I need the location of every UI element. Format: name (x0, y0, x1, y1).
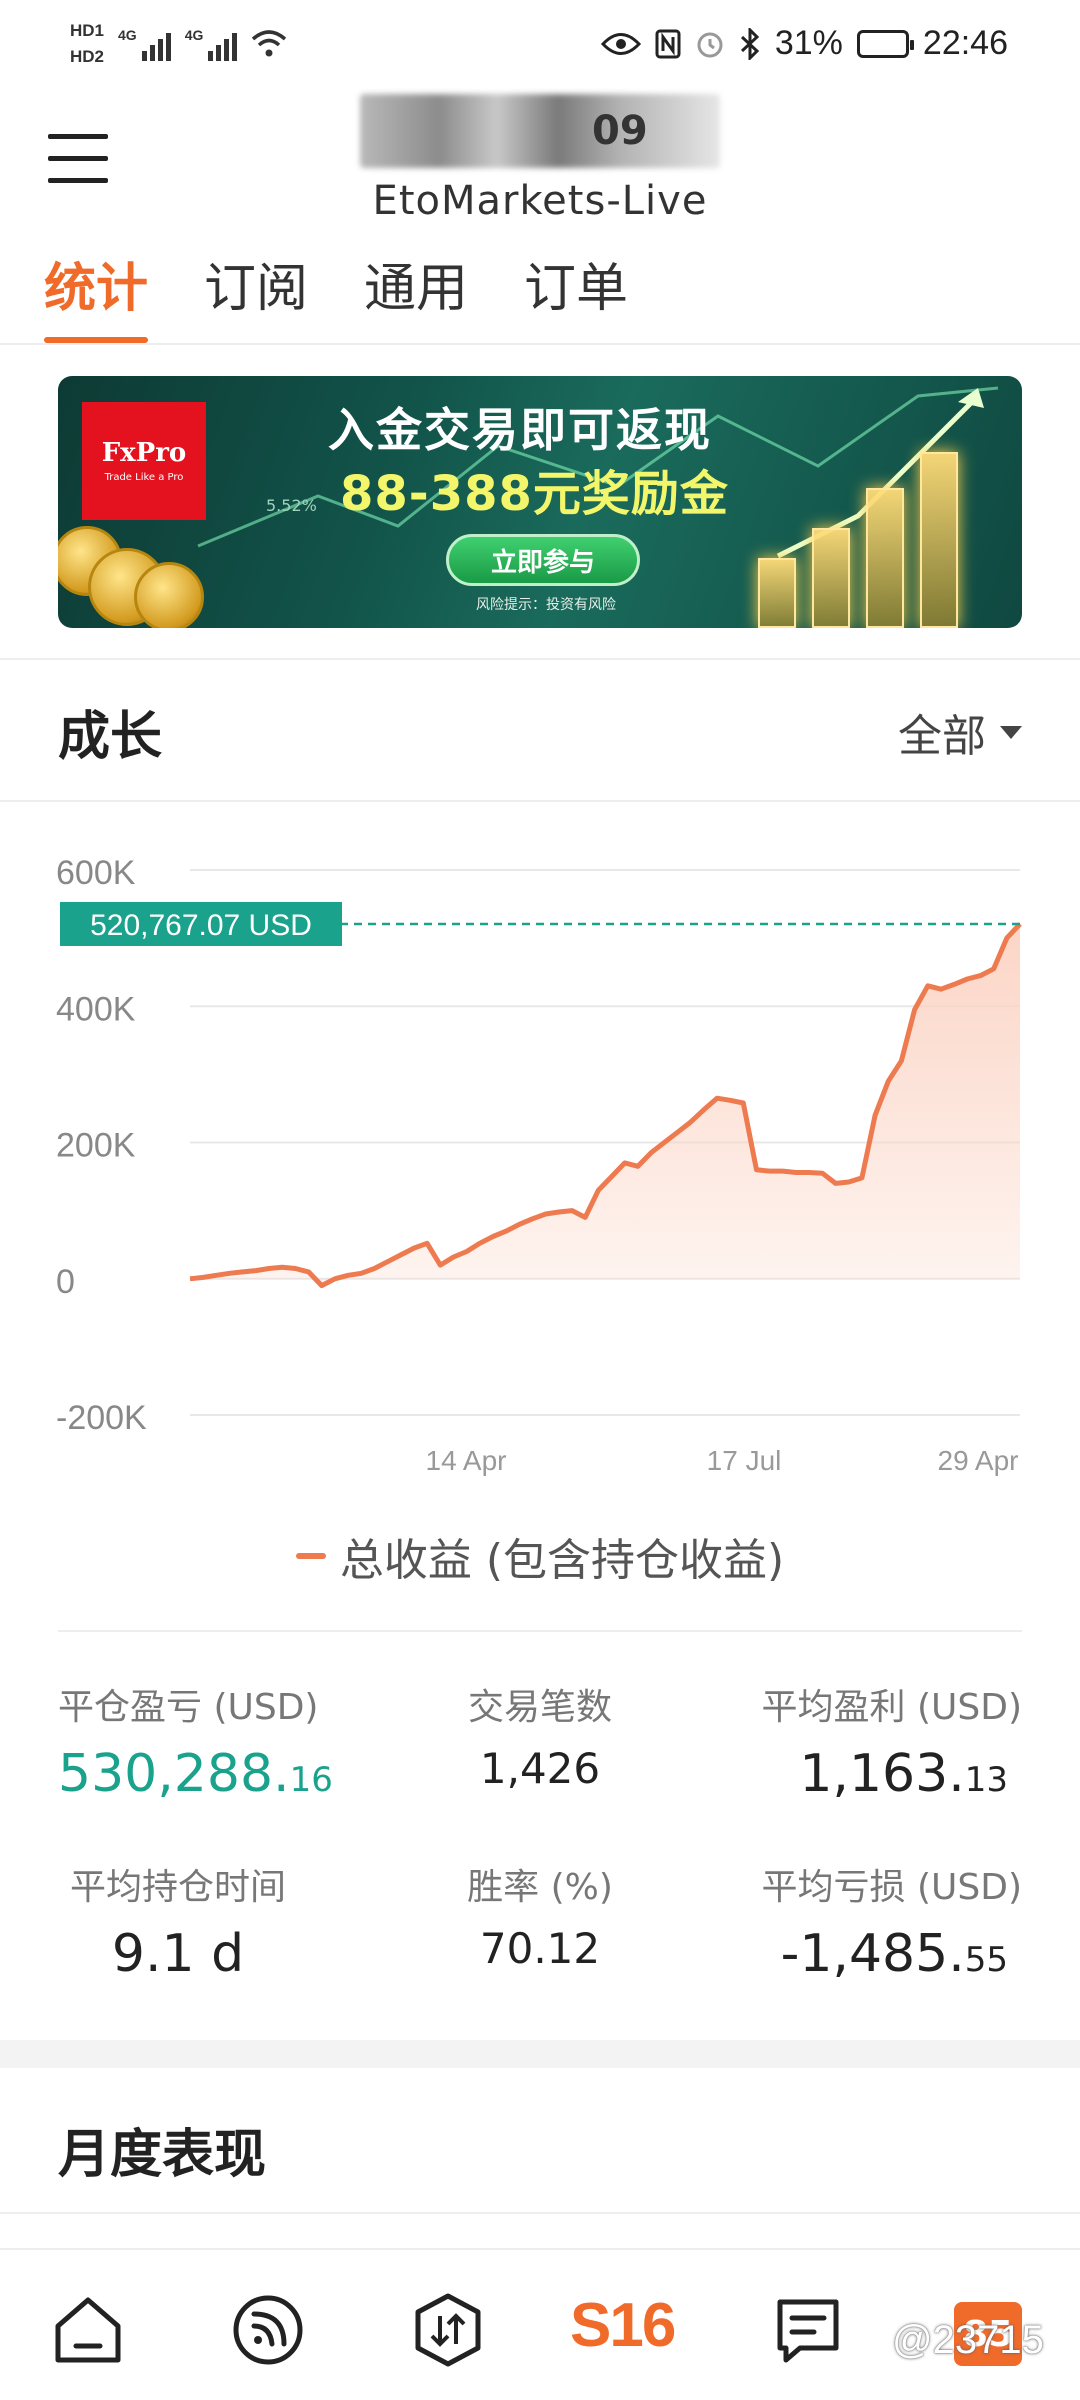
y-tick-label: 600K (56, 854, 136, 892)
stat-label: 交易笔数 (467, 1687, 612, 1728)
eye-icon (600, 32, 641, 55)
status-right: 31% 22:46 (600, 24, 1008, 63)
redacted-account-number (360, 94, 720, 168)
stat-avg-profit: 平均盈利 (USD) 1,163.13 (692, 1678, 1022, 1804)
chevron-down-icon (1000, 725, 1022, 739)
nfc-icon (655, 29, 681, 58)
stat-value-int: 1,163. (799, 1744, 965, 1804)
s16-logo[interactable]: S16 (570, 2290, 676, 2361)
home-icon[interactable] (48, 2290, 128, 2370)
divider (0, 2212, 1080, 2214)
brand-name: FxPro (101, 438, 187, 468)
growth-chart-svg: 600K 400K 200K 0 -200K 14 Apr 17 Jul 29 Apr 520,… (56, 854, 1022, 1476)
risk-note: 风险提示：投资有风险 (476, 597, 616, 613)
tab-statistics[interactable]: 统计 (44, 240, 149, 343)
hd1-label: HD1 (70, 21, 105, 40)
hd-indicator: HD1 HD2 (70, 18, 104, 70)
promo-banner[interactable]: FxPro Trade Like a Pro 5.52% 入金交易即可返现 88… (58, 376, 1022, 628)
tab-general[interactable]: 通用 (364, 240, 468, 343)
banner-subline: 88-388元奖励金 (340, 466, 729, 522)
stat-avg-loss: 平均亏损 (USD) -1,485.55 (692, 1858, 1022, 1984)
growth-title: 成长 (58, 707, 163, 767)
fxpro-logo: FxPro Trade Like a Pro (82, 402, 206, 520)
account-server: EtoMarkets-Live (372, 178, 708, 224)
status-left: HD1 HD2 4G 4G (70, 18, 287, 70)
stat-label: 平均亏损 (USD) (761, 1867, 1022, 1908)
status-bar: HD1 HD2 4G 4G 31% 22:46 (0, 0, 1080, 90)
stat-value: -1,485.55 (692, 1924, 1008, 1984)
divider (0, 658, 1080, 660)
tab-subscribe[interactable]: 订阅 (204, 240, 308, 343)
tab-bar: 统计 订阅 通用 订单 (0, 240, 1080, 345)
watermark: @23715 (892, 2318, 1044, 2362)
stat-label: 平均盈利 (USD) (761, 1687, 1022, 1728)
stat-value: 1,163.13 (692, 1744, 1008, 1804)
battery-icon (856, 29, 914, 58)
stat-label: 平均持仓时间 (69, 1867, 286, 1908)
stat-win-rate: 胜率 (%) 70.12 (375, 1858, 705, 1973)
stat-value: 70.12 (479, 1924, 601, 1973)
x-tick-label: 14 Apr (426, 1445, 507, 1476)
network2-label: 4G (184, 27, 204, 43)
stat-value: 530,288.16 (58, 1744, 388, 1804)
bluetooth-icon (740, 27, 760, 60)
period-filter-dropdown[interactable]: 全部 (898, 700, 1022, 764)
y-tick-label: 200K (56, 1127, 136, 1165)
brand-tagline: Trade Like a Pro (104, 472, 184, 483)
divider (58, 1630, 1022, 1632)
signal-icon-2: 4G (185, 27, 238, 61)
stat-value-dec: 13 (964, 1760, 1008, 1800)
banner-bar (866, 488, 904, 628)
stat-value-dec: 55 (964, 1940, 1008, 1980)
wifi-icon (252, 30, 287, 57)
coin-icon (134, 562, 204, 628)
alarm-icon (697, 32, 723, 57)
stat-label: 胜率 (%) (467, 1867, 613, 1908)
stat-value-int: 530,288. (58, 1744, 290, 1804)
trade-icon[interactable] (408, 2290, 488, 2370)
series-area (190, 924, 1020, 1286)
feed-icon[interactable] (228, 2290, 308, 2370)
battery-percent: 31% (774, 24, 843, 62)
stat-trades: 交易笔数 1,426 (375, 1678, 705, 1793)
join-now-button[interactable]: 立即参与 (446, 534, 640, 586)
banner-percentage: 5.52% (266, 496, 317, 515)
period-filter-label: 全部 (898, 711, 986, 762)
app-header: 09 EtoMarkets-Live (0, 90, 1080, 230)
banner-headline: 入金交易即可返现 (328, 403, 712, 457)
stat-closed-pl: 平仓盈亏 (USD) 530,288.16 (58, 1678, 388, 1804)
y-tick-label: 0 (56, 1263, 75, 1301)
chart-legend: 总收益 (包含持仓收益) (0, 1524, 1080, 1588)
stat-value: 1,426 (479, 1744, 601, 1793)
section-gap (0, 2040, 1080, 2068)
clock: 22:46 (922, 24, 1008, 62)
tab-orders[interactable]: 订单 (524, 240, 628, 343)
growth-chart: 600K 400K 200K 0 -200K 14 Apr 17 Jul 29 Apr 520,… (0, 820, 1080, 1520)
monthly-title: 月度表现 (58, 2125, 267, 2185)
stat-label: 平仓盈亏 (USD) (58, 1687, 319, 1728)
banner-bar (812, 528, 850, 628)
y-tick-label: 400K (56, 990, 136, 1028)
message-icon[interactable] (768, 2290, 848, 2370)
x-tick-label: 29 Apr (938, 1445, 1019, 1476)
divider (0, 800, 1080, 802)
stat-avg-hold: 平均持仓时间 9.1 d (58, 1858, 298, 1984)
stat-value-int: -1,485. (780, 1924, 965, 1984)
banner-bar (920, 452, 958, 628)
x-tick-label: 17 Jul (707, 1445, 782, 1476)
banner-bar (758, 558, 796, 628)
legend-swatch (295, 1553, 326, 1559)
network1-label: 4G (118, 27, 137, 43)
account-number-suffix[interactable]: 09 (592, 108, 648, 154)
hd2-label: HD2 (70, 47, 105, 66)
stat-value-dec: 16 (289, 1760, 333, 1800)
current-value-label: 520,767.07 USD (90, 909, 312, 942)
legend-label: 总收益 (包含持仓收益) (339, 1535, 785, 1586)
signal-icon: 4G (118, 27, 171, 61)
y-tick-label: -200K (56, 1399, 147, 1437)
stat-value: 9.1 d (111, 1924, 245, 1984)
